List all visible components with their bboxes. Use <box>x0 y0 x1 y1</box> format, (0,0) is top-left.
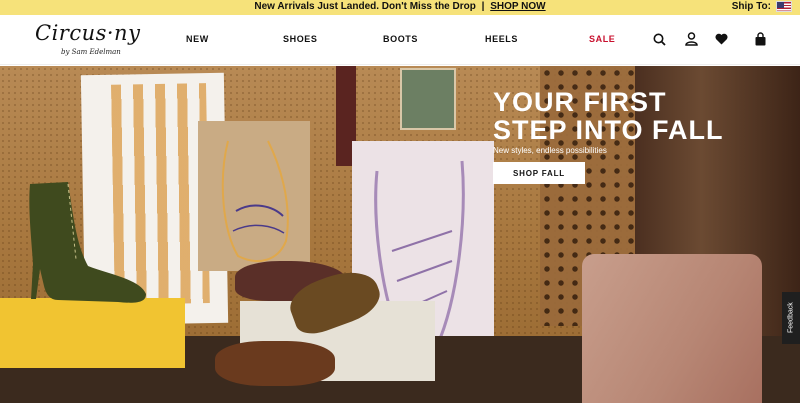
bag-icon[interactable] <box>752 31 768 47</box>
search-icon[interactable] <box>651 31 667 47</box>
shop-now-link[interactable]: SHOP NOW <box>490 1 545 12</box>
shoe-sketch-poster <box>198 121 310 271</box>
ship-to-label: Ship To: <box>731 1 771 12</box>
logo-byline: by Sam Edelman <box>61 48 121 56</box>
nav-boots[interactable]: BOOTS <box>383 34 418 44</box>
site-header: Circus·ny by Sam Edelman NEW SHOES BOOTS… <box>0 15 800 65</box>
green-lace-up-boot-image <box>29 182 146 303</box>
nav-sale[interactable]: SALE <box>589 34 615 44</box>
announcement-text: New Arrivals Just Landed. Don't Miss the… <box>254 1 476 12</box>
nav-new[interactable]: NEW <box>186 34 209 44</box>
announcement-bar: New Arrivals Just Landed. Don't Miss the… <box>0 0 800 15</box>
tweed-jacket-image <box>582 254 762 403</box>
account-icon[interactable] <box>683 31 699 47</box>
brown-mary-jane-image <box>215 341 335 386</box>
hero-subhead: New styles, endless possibilities <box>493 146 607 155</box>
site-logo[interactable]: Circus·ny by Sam Edelman <box>35 21 141 61</box>
nav-heels[interactable]: HEELS <box>485 34 518 44</box>
feedback-tab[interactable]: Feedback <box>782 292 800 344</box>
art-card-image <box>400 68 456 130</box>
logo-wordmark: Circus·ny <box>35 21 141 45</box>
hero-headline: YOUR FIRST STEP INTO FALL <box>493 88 724 144</box>
announcement-separator: | <box>481 1 485 12</box>
hero-banner[interactable]: YOUR FIRST STEP INTO FALL New styles, en… <box>0 66 800 403</box>
hero-headline-line2: STEP INTO FALL <box>493 115 724 145</box>
announcement-message: New Arrivals Just Landed. Don't Miss the… <box>0 1 800 12</box>
us-flag-icon <box>776 1 792 12</box>
yellow-books-stack <box>0 298 185 368</box>
shop-fall-button[interactable]: SHOP FALL <box>493 162 585 184</box>
wishlist-heart-icon[interactable] <box>713 31 729 47</box>
nav-shoes[interactable]: SHOES <box>283 34 318 44</box>
hero-headline-line1: YOUR FIRST <box>493 87 667 117</box>
ship-to-selector[interactable]: Ship To: <box>732 1 792 12</box>
